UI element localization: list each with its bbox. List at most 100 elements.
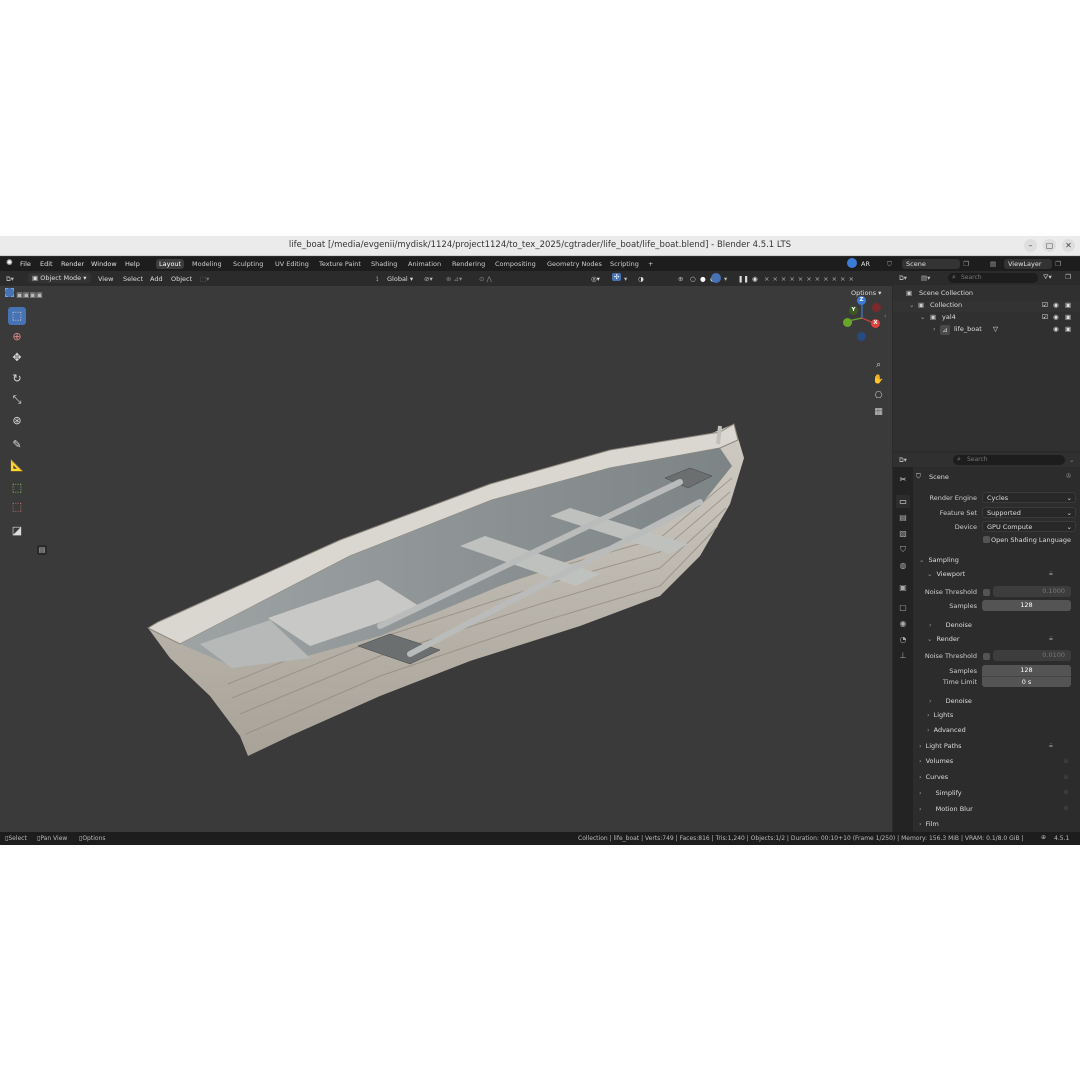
xray-icon[interactable]: ⊕ [678,275,683,283]
editor-type-icon[interactable]: ⧉▾ [6,275,14,284]
visibility-icon[interactable]: ◎▾ [591,275,600,283]
eye-icon[interactable]: ◉ [1053,313,1059,321]
shading-dropdown-icon[interactable]: ▾ [724,275,727,283]
blender-logo-icon[interactable]: ✺ [6,258,13,267]
menu-view[interactable]: View [98,275,113,283]
exclude-checkbox-icon[interactable]: ☑ [1042,301,1048,309]
view-layer-selector[interactable]: ViewLayer [1004,259,1052,269]
minimize-button[interactable]: – [1024,239,1037,252]
drag-handle-icon[interactable]: ⁞⁞ [1064,773,1068,781]
motion-blur-panel[interactable]: › Motion Blur [919,804,973,813]
outliner-row-scene-collection[interactable]: ▣ Scene Collection [893,289,1080,300]
eye-icon[interactable]: ◉ [1053,301,1059,309]
gizmo-toggle-icon[interactable]: ✣ [612,273,622,281]
snapping-icon[interactable]: ⊙ ⋀ [479,275,492,283]
tab-geometry-nodes[interactable]: Geometry Nodes [547,260,602,268]
viewport-noise-threshold-field[interactable]: 0.1000 [993,586,1071,597]
restriction-toggles[interactable]: ⨯⨯⨯⨯⨯⨯⨯⨯⨯⨯⨯ [764,275,857,283]
feature-set-dropdown[interactable]: Supported ⌄ [982,507,1076,518]
collection-tab-icon[interactable]: ▣ [896,581,910,594]
world-tab-icon[interactable]: ◍ [896,559,910,572]
object-tab-icon[interactable]: ▢ [896,601,910,614]
annotate-icon[interactable]: ✎ [8,436,26,454]
proportional-edit-icon[interactable]: ⊛ ⊿▾ [446,275,462,283]
eye-icon[interactable]: ◉ [1053,325,1059,333]
transform-icon[interactable]: ⊛ [8,412,26,430]
3d-viewport[interactable]: ▣▣▣▣ Options ▾ ⬚ ⊕ ✥ ↻ ⤡ ⊛ ✎ 📐 ⬚ ⬚ ◪ ▤ Z… [0,286,892,832]
rotate-icon[interactable]: ↻ [8,370,26,388]
gizmo-dropdown-icon[interactable]: ▾ [624,275,627,283]
cursor-icon[interactable]: ⊕ [8,328,26,346]
tab-layout[interactable]: Layout [156,259,185,269]
hand-icon[interactable]: ✋ [872,374,885,387]
gizmo-neg-z[interactable] [857,332,866,341]
menu-add[interactable]: Add [150,275,163,283]
presets-icon[interactable]: ⩯ [1049,635,1053,644]
collapse-icon[interactable]: ⌄ [1069,456,1074,464]
osl-checkbox[interactable] [983,536,990,543]
tool-tab-icon[interactable]: ✂ [896,473,910,486]
device-dropdown[interactable]: GPU Compute ⌄ [982,521,1076,532]
simplify-panel[interactable]: › Simplify [919,788,962,797]
viewport-samples-field[interactable]: 128 [982,600,1071,611]
properties-editor-icon[interactable]: ⧉▾ [899,456,907,465]
outliner-row-yal4[interactable]: ⌄ ▣ yal4 ☑ ◉ ▣ [893,313,1080,324]
render-noise-threshold-field[interactable]: 0.0100 [993,650,1071,661]
drag-handle-icon[interactable]: ⁞⁞ [1064,757,1068,765]
scene-selector[interactable]: Scene [902,259,960,269]
collapse-sidebar-icon[interactable]: ‹ [884,313,886,320]
pivot-icon[interactable]: ⊘▾ [424,275,433,283]
filter-icon[interactable]: ⛛▾ [1043,273,1052,282]
tab-rendering[interactable]: Rendering [452,260,485,268]
tab-animation[interactable]: Animation [408,260,441,268]
select-extend-icon[interactable]: ▣ [16,291,23,299]
tab-modeling[interactable]: Modeling [192,260,222,268]
viewport-subpanel[interactable]: ⌄ Viewport [927,570,965,578]
chevron-down-icon[interactable]: ⌄ [920,313,925,321]
maximize-button[interactable]: ▢ [1043,239,1056,252]
measure-icon[interactable]: 📐 [8,457,26,475]
tab-shading[interactable]: Shading [371,260,397,268]
menu-edit[interactable]: Edit [40,260,53,268]
camera-icon[interactable]: ▣ [1065,313,1071,321]
presets-icon[interactable]: ⩯ [1049,742,1053,751]
chevron-right-icon[interactable]: › [933,325,936,333]
scene-tab-icon[interactable]: ⛉ [896,543,910,556]
life-boat-model[interactable] [140,396,760,766]
data-tab-icon[interactable]: ⊥ [896,649,910,662]
pin-icon[interactable]: ✇ [1066,472,1071,480]
rendered-shading-icon[interactable] [711,273,721,283]
gizmo-neg-x[interactable] [872,303,881,312]
edit-shape-icon[interactable]: ◪ [8,522,26,540]
mode-selector[interactable]: ▣ Object Mode ▾ [28,273,91,283]
sampling-panel[interactable]: ⌄ Sampling [919,556,959,564]
gizmo-y[interactable] [843,318,852,327]
add-cube-icon[interactable]: ⬚ [8,479,26,497]
gizmo-neg-y[interactable]: Y [849,306,858,315]
tab-compositing[interactable]: Compositing [495,260,536,268]
viewport-denoise-subpanel[interactable]: › Denoise [929,620,972,629]
curves-panel[interactable]: › Curves [919,773,948,781]
drag-handle-icon[interactable]: ⁞⁞ [1064,788,1068,796]
menu-object[interactable]: Object [171,275,192,283]
grid-icon[interactable]: ▦ [872,406,885,419]
camera-view-icon[interactable]: ⎔ [872,390,885,403]
outliner-editor-icon[interactable]: ⧉▾ [899,274,907,283]
render-denoise-subpanel[interactable]: › Denoise [929,696,972,705]
wireframe-shading-icon[interactable]: ○ [690,275,696,283]
render-tab-icon[interactable]: ▭ [896,495,910,508]
zoom-icon[interactable]: ⌕ [872,359,885,372]
new-view-layer-icon[interactable]: ❐ [1055,260,1061,268]
film-panel[interactable]: › Film [919,820,939,828]
select-box-icon[interactable]: ⬚ [8,307,26,325]
render-samples-field[interactable]: 128 [982,665,1071,676]
drag-handle-icon[interactable]: ⁞⁞ [1064,804,1068,812]
render-engine-dropdown[interactable]: Cycles ⌄ [982,492,1076,503]
menu-window[interactable]: Window [91,260,117,268]
overlay-icon[interactable]: ◑ [638,275,644,283]
new-collection-icon[interactable]: ❐ [1065,273,1071,281]
presets-icon[interactable]: ⩯ [1049,570,1053,579]
add-primitive-icon[interactable]: ⬚ [8,498,26,516]
snap-icon[interactable]: ⬚▾ [200,275,209,283]
tab-sculpting[interactable]: Sculpting [233,260,263,268]
